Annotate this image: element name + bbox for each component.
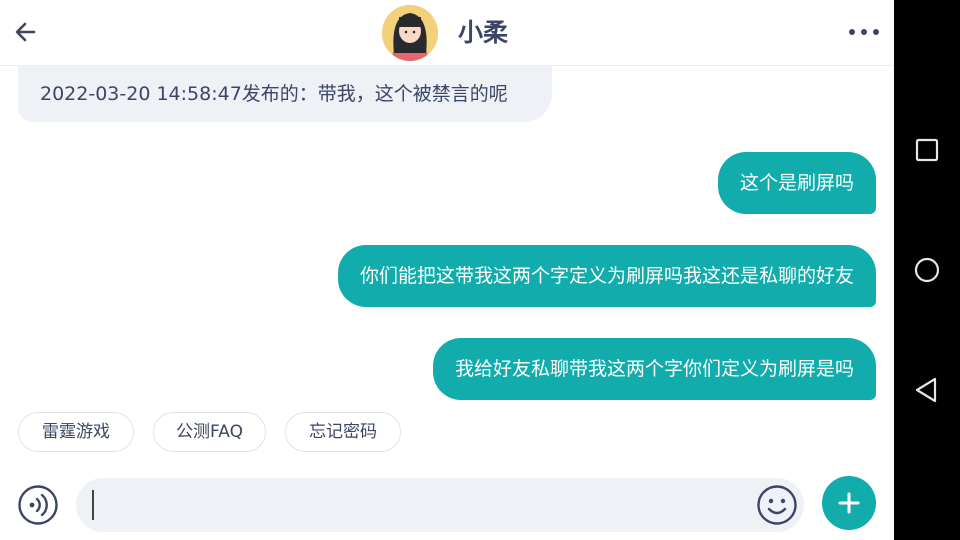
back-triangle-icon[interactable] <box>908 371 946 409</box>
add-attachment-button[interactable] <box>822 476 876 530</box>
quick-reply-bar: 雷霆游戏 公测FAQ 忘记密码 <box>0 400 894 464</box>
page-title: 小柔 <box>458 18 509 47</box>
chat-app: 小柔 2022-03-20 14:58:47发布的：带我，这个被禁言的呢 这个是… <box>0 0 894 540</box>
recents-square-icon[interactable] <box>908 131 946 169</box>
message-list[interactable]: 2022-03-20 14:58:47发布的：带我，这个被禁言的呢 这个是刷屏吗… <box>0 66 894 400</box>
home-circle-icon[interactable] <box>908 251 946 289</box>
system-nav-bar <box>894 0 960 540</box>
text-cursor <box>92 490 94 520</box>
quick-reply-chip[interactable]: 公测FAQ <box>153 412 266 452</box>
back-arrow-icon[interactable] <box>10 16 42 48</box>
header: 小柔 <box>0 0 894 66</box>
avatar[interactable] <box>382 5 438 61</box>
message-bubble-sent: 这个是刷屏吗 <box>717 152 876 214</box>
quick-reply-chip[interactable]: 雷霆游戏 <box>18 412 134 452</box>
message-input[interactable] <box>76 478 804 532</box>
message-bubble-sent: 我给好友私聊带我这两个字你们定义为刷屏是吗 <box>432 338 876 400</box>
message-bubble-sent: 你们能把这带我这两个字定义为刷屏吗我这还是私聊的好友 <box>337 245 876 307</box>
message-bubble-received: 2022-03-20 14:58:47发布的：带我，这个被禁言的呢 <box>18 66 552 122</box>
more-horizontal-icon[interactable] <box>846 20 882 44</box>
input-bar <box>0 464 894 540</box>
avatar-girl-icon <box>382 5 438 61</box>
quick-reply-chip[interactable]: 忘记密码 <box>285 412 401 452</box>
plus-icon <box>838 492 860 514</box>
emoji-icon[interactable] <box>756 484 798 526</box>
voice-icon[interactable] <box>17 484 59 526</box>
